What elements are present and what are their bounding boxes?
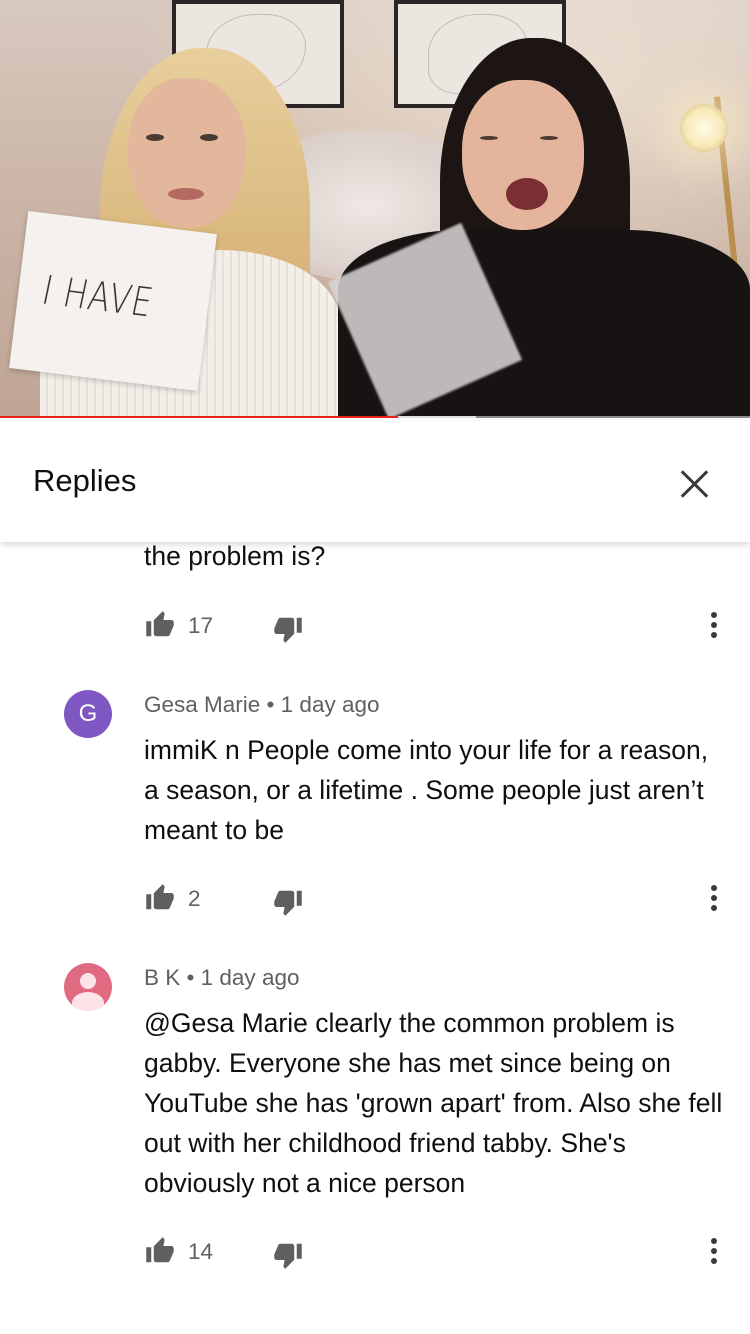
person-right-mouth bbox=[506, 178, 548, 210]
handheld-sign: I HAVE bbox=[9, 211, 217, 391]
person-left-face bbox=[128, 78, 246, 228]
comment-meta: B K • 1 day ago bbox=[144, 965, 300, 990]
avatar-letter: G bbox=[78, 700, 98, 727]
thumbs-up-icon[interactable] bbox=[144, 610, 176, 640]
close-icon[interactable] bbox=[668, 457, 720, 509]
more-options-icon[interactable] bbox=[704, 881, 724, 915]
comment-actions: 17 bbox=[144, 606, 734, 646]
sign-text: I HAVE bbox=[38, 267, 158, 327]
comment-text: @Gesa Marie clearly the common problem i… bbox=[144, 1008, 723, 1198]
comment-meta: Gesa Marie • 1 day ago bbox=[144, 692, 380, 717]
avatar[interactable]: G bbox=[64, 690, 112, 738]
comment-text: immiK n People come into your life for a… bbox=[144, 735, 709, 845]
thumbs-down-icon[interactable] bbox=[272, 1240, 304, 1270]
comment-actions: 14 bbox=[144, 1232, 734, 1272]
default-user-avatar-icon[interactable] bbox=[64, 963, 112, 1011]
replies-list[interactable]: the problem is? 17 G Gesa Marie • 1 day … bbox=[0, 542, 750, 1334]
video-progress-bar[interactable] bbox=[0, 416, 750, 418]
video-progress-fill bbox=[0, 416, 398, 418]
lamp bbox=[680, 104, 728, 152]
thumbs-down-icon[interactable] bbox=[272, 887, 304, 917]
thumbs-up-icon[interactable] bbox=[144, 1236, 176, 1266]
thumbs-down-icon[interactable] bbox=[272, 614, 304, 644]
replies-header: Replies bbox=[0, 421, 750, 542]
like-count: 17 bbox=[188, 613, 214, 638]
comment-text: the problem is? bbox=[144, 542, 326, 571]
like-count: 14 bbox=[188, 1239, 214, 1264]
like-count: 2 bbox=[188, 886, 201, 911]
thumbs-up-icon[interactable] bbox=[144, 883, 176, 913]
more-options-icon[interactable] bbox=[704, 608, 724, 642]
comment-actions: 2 bbox=[144, 879, 734, 919]
replies-title: Replies bbox=[33, 463, 137, 498]
video-player[interactable]: I HAVE bbox=[0, 0, 750, 418]
more-options-icon[interactable] bbox=[704, 1234, 724, 1268]
